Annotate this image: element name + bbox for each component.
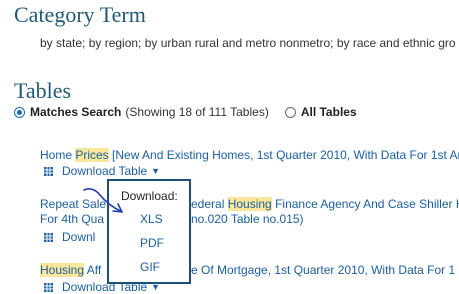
download-table-row[interactable]: Download Table ▼ — [44, 164, 160, 178]
all-tables-radio[interactable] — [284, 106, 296, 118]
tables-heading: Tables — [14, 78, 72, 103]
search-highlight: Housing — [40, 263, 85, 277]
download-xls-option[interactable]: XLS — [140, 212, 163, 226]
download-table-link[interactable]: Downl — [62, 230, 95, 244]
matches-search-label[interactable]: Matches Search — [30, 105, 121, 119]
result-title-link[interactable]: Home Prices [New And Existing Homes, 1st… — [40, 148, 459, 162]
result-title-line2-cont[interactable]: no.020 Table no.015) — [191, 212, 304, 226]
tables-filter: Matches Search (Showing 18 of 111 Tables… — [14, 104, 357, 120]
matches-search-radio[interactable] — [14, 106, 25, 118]
download-pdf-option[interactable]: PDF — [140, 236, 164, 250]
category-term-heading: Category Term — [14, 2, 146, 27]
download-table-link[interactable]: Download Table — [62, 164, 147, 178]
table-grid-icon — [44, 232, 53, 242]
search-highlight: Housing — [227, 197, 272, 211]
table-grid-icon — [44, 166, 53, 176]
all-tables-label[interactable]: All Tables — [301, 105, 357, 119]
search-highlight: Prices — [75, 148, 109, 162]
category-term-description: by state; by region; by urban rural and … — [40, 36, 456, 50]
download-gif-option[interactable]: GIF — [140, 260, 160, 274]
table-grid-icon — [44, 282, 53, 292]
result-title-link[interactable]: Housing Aff — [40, 263, 101, 277]
download-table-row[interactable]: Downl — [44, 230, 95, 244]
matches-count: (Showing 18 of 111 Tables) — [125, 105, 269, 119]
result-title-link-cont[interactable]: e Of Mortgage, 1st Quarter 2010, With Da… — [191, 263, 455, 277]
result-title-link-cont[interactable]: ederal Housing Finance Agency And Case S… — [191, 197, 459, 211]
annotation-arrow-icon — [83, 188, 123, 213]
caret-down-icon[interactable]: ▼ — [151, 166, 160, 176]
